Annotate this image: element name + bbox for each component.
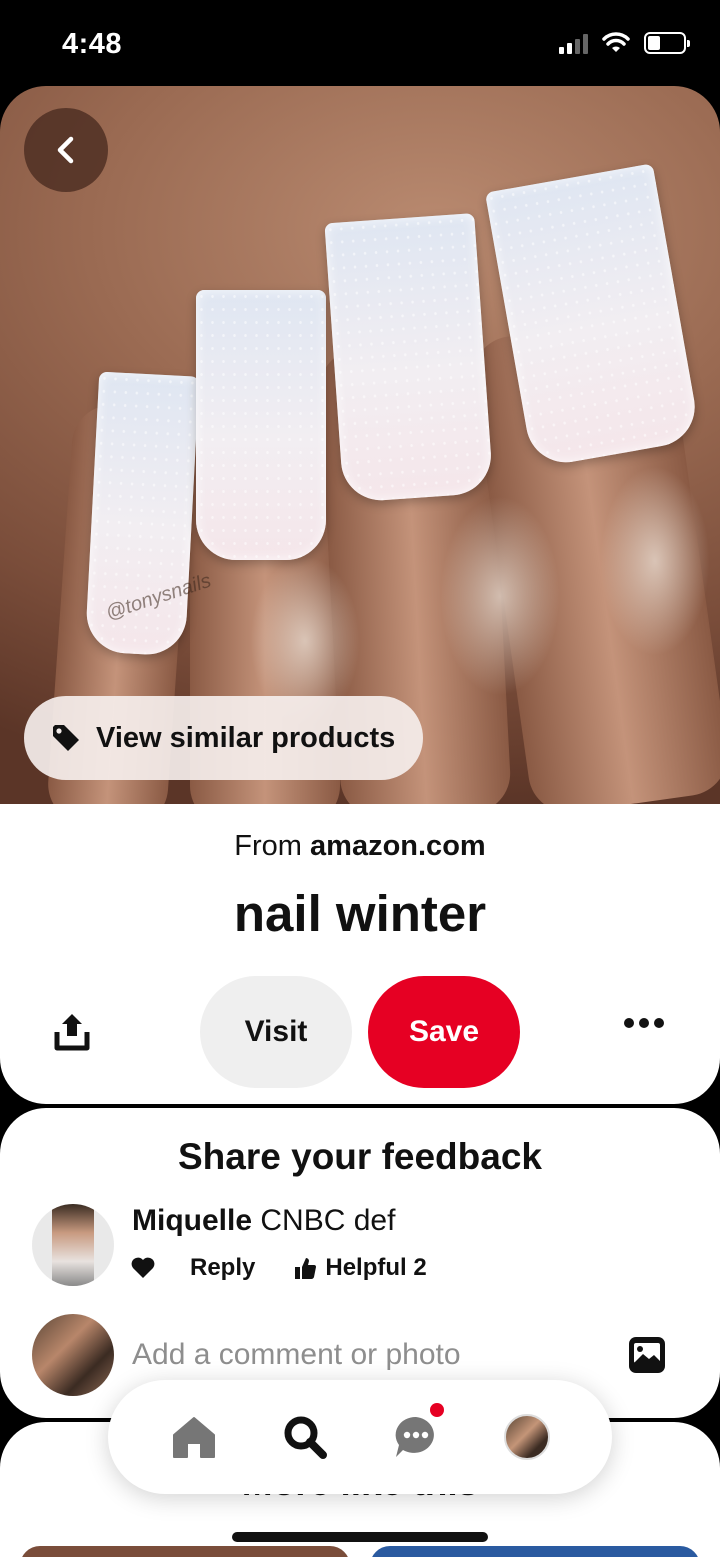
reply-button[interactable]: Reply [190, 1254, 255, 1282]
comment: Miquelle CNBC def [132, 1204, 395, 1238]
comment-author[interactable]: Miquelle [132, 1204, 252, 1237]
nav-messages[interactable] [386, 1403, 446, 1467]
feedback-title: Share your feedback [178, 1136, 542, 1177]
home-icon [172, 1417, 215, 1458]
comment-text: CNBC def [260, 1204, 396, 1237]
status-time: 4:48 [62, 28, 123, 60]
profile-avatar [503, 1414, 550, 1460]
pin-image[interactable]: @tonysnails View similar products [0, 86, 720, 806]
pin-title: nail winter [233, 885, 487, 942]
source-prefix: From [234, 830, 302, 862]
status-icons [559, 32, 690, 54]
comment-actions: Reply Helpful 2 [130, 1254, 427, 1282]
view-similar-products-button[interactable]: View similar products [24, 696, 424, 780]
messages-icon [395, 1416, 434, 1457]
commenter-avatar[interactable] [32, 1204, 114, 1286]
wifi-icon [602, 32, 630, 52]
pin-info-card: From amazon.com nail winter Visit Save [0, 804, 720, 1104]
add-photo-button[interactable] [628, 1336, 666, 1374]
nav-profile[interactable] [497, 1407, 557, 1467]
image-icon [629, 1337, 665, 1373]
visit-button[interactable]: Visit [200, 976, 352, 1088]
thumbs-up-icon [295, 1258, 317, 1280]
back-button[interactable] [24, 108, 108, 192]
helpful-label: Helpful 2 [325, 1254, 427, 1281]
related-pin-thumbnail[interactable] [20, 1546, 350, 1557]
bottom-navigation [108, 1380, 612, 1494]
heart-icon[interactable] [130, 1256, 156, 1280]
battery-icon [644, 32, 690, 54]
notification-dot [429, 1403, 444, 1417]
current-user-avatar [32, 1314, 114, 1396]
pin-source[interactable]: From amazon.com [0, 830, 720, 863]
chevron-left-icon [57, 136, 74, 164]
share-icon [54, 1014, 90, 1051]
save-button[interactable]: Save [368, 976, 520, 1088]
view-similar-products-label: View similar products [96, 721, 396, 754]
nav-home[interactable] [164, 1407, 224, 1467]
status-bar: 4:48 [0, 0, 720, 88]
signal-icon [559, 32, 588, 54]
home-indicator[interactable] [232, 1532, 488, 1542]
share-button[interactable] [50, 1010, 94, 1054]
add-comment-input[interactable]: Add a comment or photo [132, 1338, 461, 1372]
tag-icon [53, 725, 79, 751]
feedback-card: Share your feedback Miquelle CNBC def Re… [0, 1108, 720, 1418]
search-icon [284, 1416, 327, 1459]
nav-search[interactable] [275, 1407, 335, 1467]
more-options-icon[interactable] [624, 1018, 664, 1028]
related-pin-thumbnail[interactable] [370, 1546, 700, 1557]
helpful-button[interactable]: Helpful 2 [293, 1254, 427, 1282]
source-domain: amazon.com [310, 830, 486, 862]
